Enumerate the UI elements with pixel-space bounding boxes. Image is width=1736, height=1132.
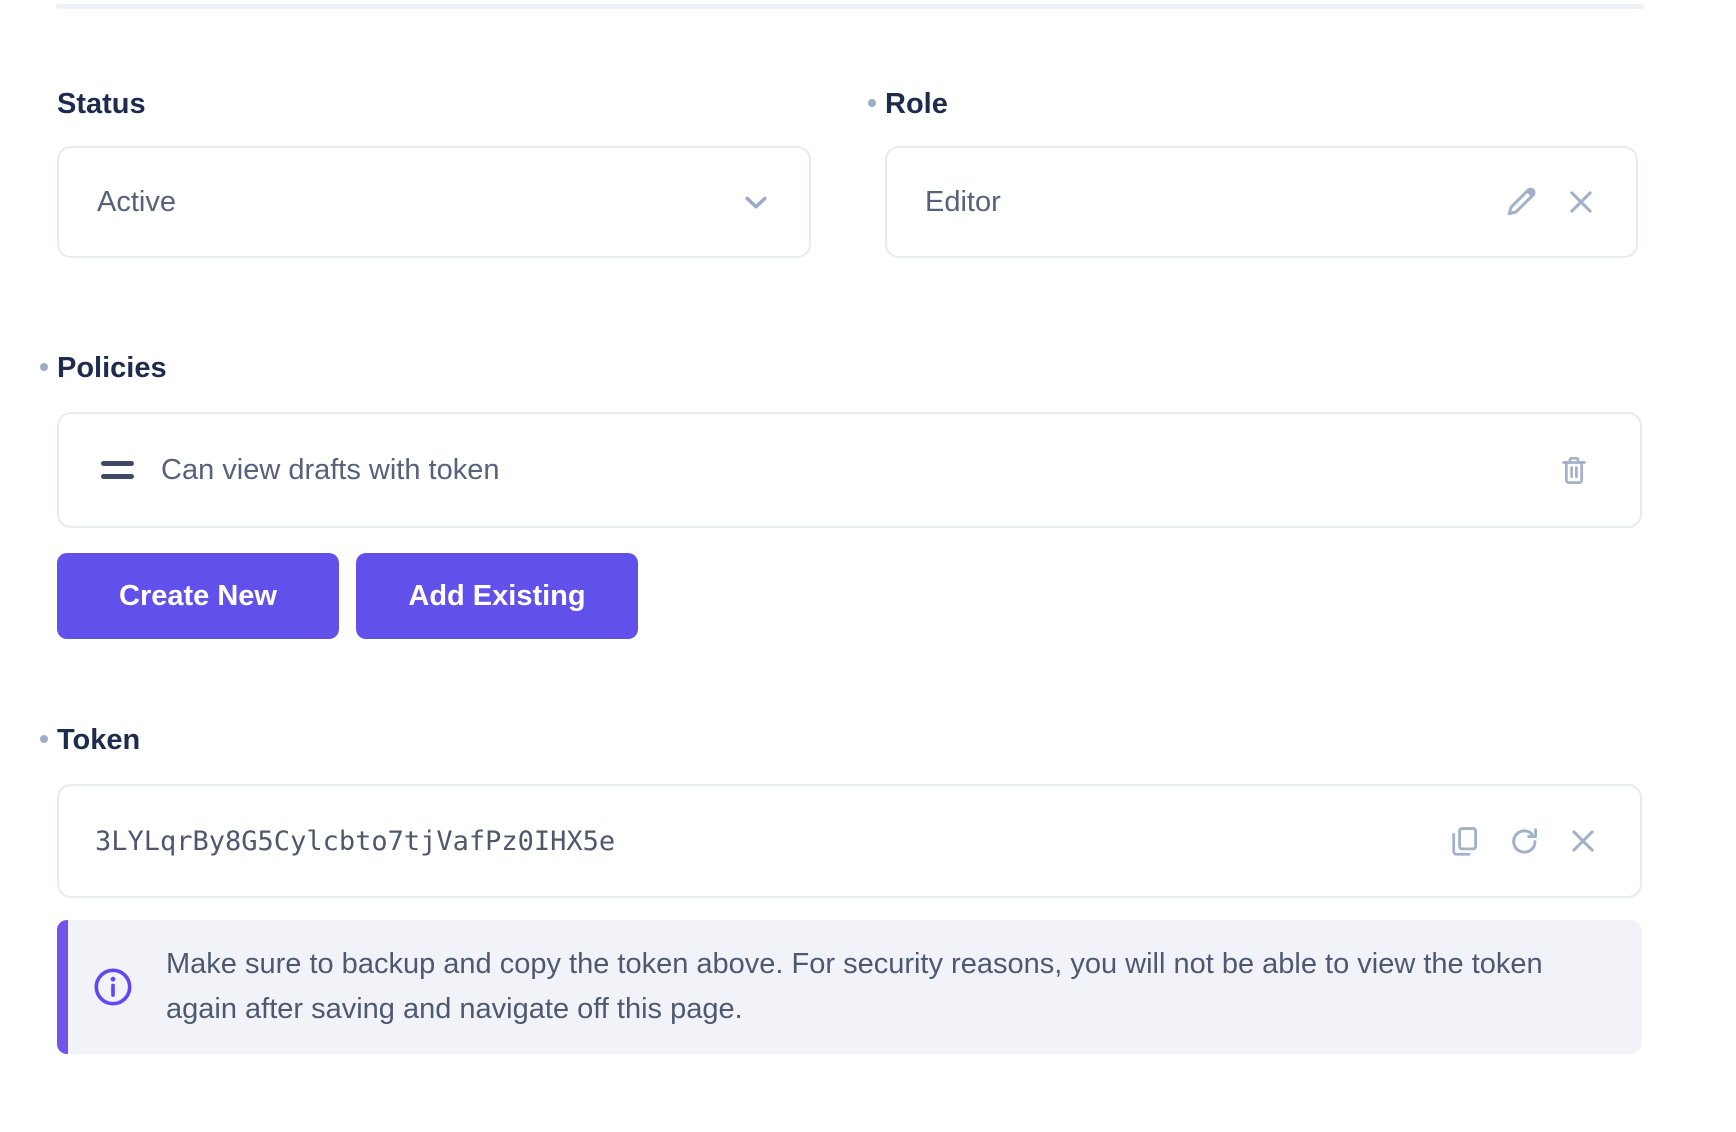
delete-policy-icon[interactable] (1556, 452, 1592, 488)
status-select[interactable]: Active (57, 146, 811, 258)
required-dot-icon (868, 99, 876, 107)
alert-accent-bar (57, 920, 68, 1054)
role-label: Role (885, 86, 948, 122)
policies-label: Policies (57, 350, 167, 386)
status-field-group: Status Active (57, 86, 811, 258)
clear-role-icon[interactable] (1564, 185, 1598, 219)
required-dot-icon (40, 363, 48, 371)
policy-name: Can view drafts with token (161, 454, 1556, 487)
clear-token-icon[interactable] (1566, 824, 1600, 858)
regenerate-token-icon[interactable] (1507, 824, 1542, 859)
copy-token-icon[interactable] (1446, 823, 1483, 860)
token-label: Token (57, 722, 140, 758)
status-label: Status (57, 86, 146, 122)
role-field[interactable]: Editor (885, 146, 1638, 258)
alert-message: Make sure to backup and copy the token a… (166, 942, 1566, 1032)
create-new-button[interactable]: Create New (57, 553, 339, 639)
status-value: Active (97, 186, 741, 219)
required-dot-icon (40, 735, 48, 743)
token-info-alert: Make sure to backup and copy the token a… (57, 920, 1642, 1054)
policy-row: Can view drafts with token (57, 412, 1642, 528)
form-content: Status Active Role Editor (57, 0, 1642, 1054)
chevron-down-icon (741, 187, 771, 217)
info-icon (90, 964, 136, 1010)
role-value: Editor (925, 186, 1502, 219)
add-existing-button[interactable]: Add Existing (356, 553, 638, 639)
drag-handle-icon[interactable] (101, 455, 134, 485)
token-value: 3LYLqrBy8G5Cylcbto7tjVafPz0IHX5e (95, 826, 1446, 857)
role-field-group: Role Editor (885, 86, 1638, 258)
token-field: 3LYLqrBy8G5Cylcbto7tjVafPz0IHX5e (57, 784, 1642, 898)
edit-role-icon[interactable] (1502, 183, 1540, 221)
